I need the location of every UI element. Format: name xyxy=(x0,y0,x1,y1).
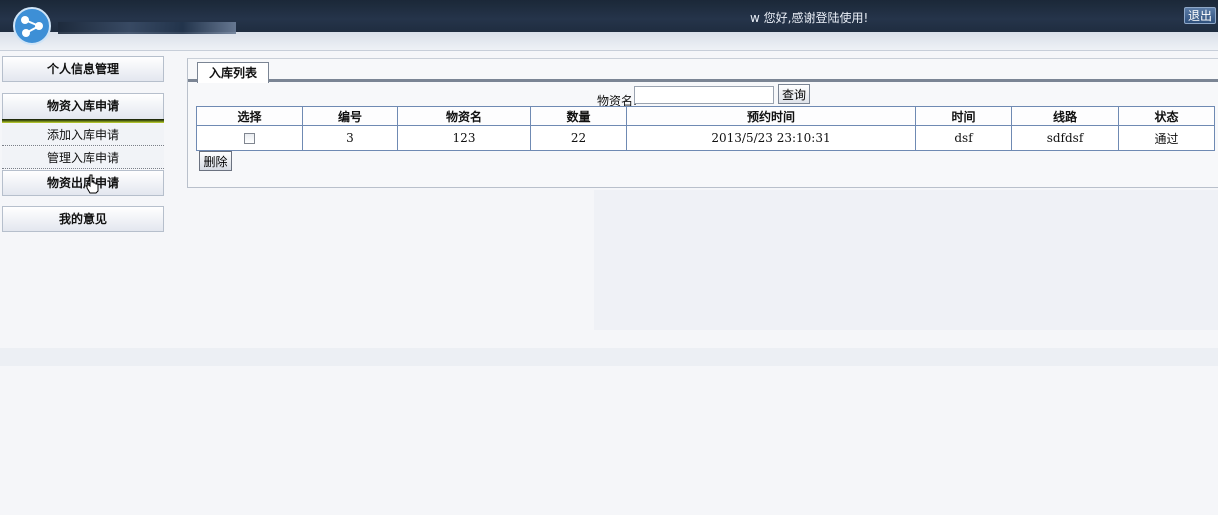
sidebar-item-personal-info[interactable]: 个人信息管理 xyxy=(2,56,164,82)
quantity-cell: 22 xyxy=(530,125,627,151)
inbound-table: 选择 编号 物资名 数量 预约时间 时间 线路 状态 3 123 22 2013… xyxy=(196,106,1215,151)
sidebar-item-label: 我的意见 xyxy=(58,212,107,226)
query-button[interactable]: 查询 xyxy=(778,84,810,104)
background-artifact xyxy=(594,190,1218,330)
route-cell: sdfdsf xyxy=(1011,125,1119,151)
column-header-route: 线路 xyxy=(1011,106,1119,126)
active-indicator xyxy=(2,119,164,123)
row-select-checkbox[interactable] xyxy=(244,133,255,144)
id-cell: 3 xyxy=(302,125,398,151)
column-header-reserve-time: 预约时间 xyxy=(626,106,916,126)
sidebar-subitem-add-inbound[interactable]: 添加入库申请 xyxy=(2,124,164,146)
sidebar-item-my-feedback[interactable]: 我的意见 xyxy=(2,206,164,232)
sidebar-item-outbound-request[interactable]: 物资出库申请 xyxy=(2,170,164,196)
select-cell xyxy=(196,125,303,151)
sidebar-subitem-manage-inbound[interactable]: 管理入库申请 xyxy=(2,147,164,169)
sidebar-item-label: 物资出库申请 xyxy=(46,176,119,190)
reserve-time-cell: 2013/5/23 23:10:31 xyxy=(626,125,916,151)
status-cell: 通过 xyxy=(1118,125,1215,151)
sidebar-subitem-label: 管理入库申请 xyxy=(46,151,119,165)
column-header-status: 状态 xyxy=(1118,106,1215,126)
delete-button[interactable]: 删除 xyxy=(199,151,232,171)
sidebar-item-label: 个人信息管理 xyxy=(46,62,119,76)
logout-button[interactable]: 退出 xyxy=(1184,7,1216,24)
table-header-row: 选择 编号 物资名 数量 预约时间 时间 线路 状态 xyxy=(196,106,1215,126)
sidebar-item-label: 物资入库申请 xyxy=(46,99,119,113)
hand-cursor-icon xyxy=(86,174,99,194)
column-header-quantity: 数量 xyxy=(530,106,627,126)
background-artifact xyxy=(0,348,1218,366)
tab-inbound-list[interactable]: 入库列表 xyxy=(197,62,269,83)
greeting-text: w 您好,感谢登陆使用! xyxy=(750,11,869,25)
material-name-search-input[interactable] xyxy=(634,86,774,104)
column-header-select: 选择 xyxy=(196,106,303,126)
tab-strip xyxy=(188,79,1218,82)
app-logo-icon xyxy=(13,7,51,45)
column-header-time: 时间 xyxy=(915,106,1012,126)
sidebar-subitem-label: 添加入库申请 xyxy=(46,128,119,142)
top-sub-bar xyxy=(0,32,1218,51)
time-cell: dsf xyxy=(915,125,1012,151)
column-header-material-name: 物资名 xyxy=(397,106,531,126)
sidebar-item-inbound-request[interactable]: 物资入库申请 xyxy=(2,93,164,119)
table-row: 3 123 22 2013/5/23 23:10:31 dsf sdfdsf 通… xyxy=(196,125,1215,151)
material-name-cell: 123 xyxy=(397,125,531,151)
logo-banner xyxy=(58,22,236,34)
column-header-id: 编号 xyxy=(302,106,398,126)
